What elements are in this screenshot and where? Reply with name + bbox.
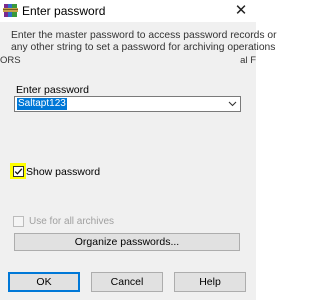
background-text-fragment-left: ORS	[0, 55, 21, 66]
title-bar: Enter password ✕	[0, 0, 256, 22]
password-input[interactable]: Saltapt123	[17, 98, 67, 110]
description: Enter the master password to access pass…	[11, 30, 277, 54]
password-label: Enter password	[16, 84, 89, 96]
winrar-books-icon	[3, 2, 19, 19]
close-icon: ✕	[234, 2, 248, 19]
description-line-2: any other string to set a password for a…	[11, 42, 276, 53]
background-text-fragment-right: al F	[240, 55, 256, 66]
ok-button[interactable]: OK	[8, 272, 80, 292]
chevron-down-icon[interactable]	[225, 97, 240, 111]
checkmark-icon	[14, 168, 23, 175]
description-line-1: Enter the master password to access pass…	[11, 30, 277, 41]
window-title: Enter password	[22, 4, 106, 18]
show-password-checkbox[interactable]	[13, 166, 24, 177]
use-for-all-label: Use for all archives	[29, 216, 115, 227]
password-combobox[interactable]: Saltapt123	[14, 96, 241, 112]
use-for-all-checkbox[interactable]	[13, 216, 24, 227]
show-password-label[interactable]: Show password	[26, 166, 100, 178]
close-button[interactable]: ✕	[226, 0, 256, 22]
cancel-button[interactable]: Cancel	[91, 272, 163, 292]
dialog-body: Enter the master password to access pass…	[0, 22, 277, 300]
organize-passwords-button[interactable]: Organize passwords...	[14, 233, 240, 251]
help-button[interactable]: Help	[174, 272, 246, 292]
